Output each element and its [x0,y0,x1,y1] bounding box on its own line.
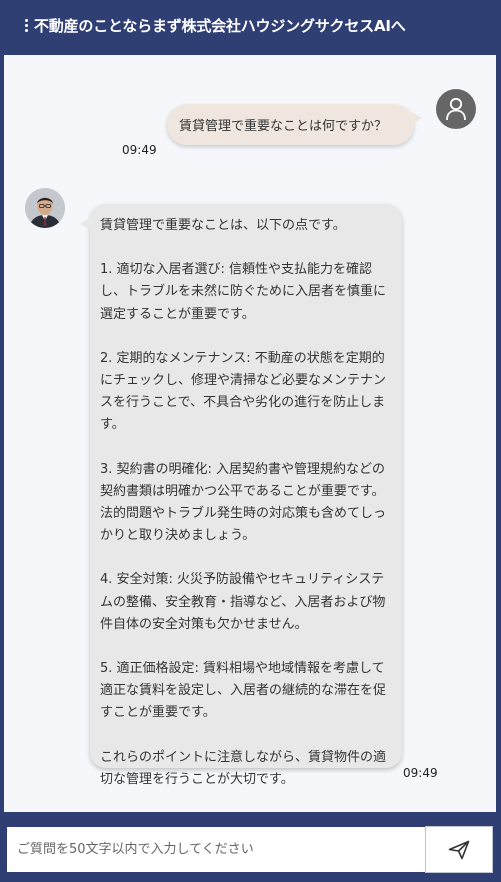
header-title: 不動産のことならまず株式会社ハウジングサクセスAIへ [34,16,406,35]
message-input-bar [0,816,501,882]
user-message-text: 賃貸管理で重要なことは何ですか？ [179,119,388,134]
bot-message-paragraph: 賃貸管理で重要なことは、以下の点です。 [100,218,346,233]
chat-area[interactable]: 賃貸管理で重要なことは何ですか？ 09:49 賃貸管理で重要なことは、以下の点で… [4,55,496,812]
user-message-time: 09:49 [122,143,157,157]
message-input[interactable] [7,827,425,872]
send-button[interactable] [425,826,493,873]
bot-message-paragraph: 1. 適切な入居者選び: 信頼性や支払能力を確認し、トラブルを未然に防ぐために入… [100,262,387,322]
send-paper-plane-icon [448,840,470,859]
bot-message-paragraph: これらのポイントに注意しながら、賃貸物件の適切な管理を行うことが大切です。 [100,749,387,787]
kebab-menu-icon[interactable] [20,18,32,32]
bot-message-time: 09:49 [403,766,438,780]
bot-message-paragraph: 3. 契約書の明確化: 入居契約書や管理規約などの契約書類は明確かつ公平であるこ… [100,461,387,544]
bot-message-paragraph: 4. 安全対策: 火災予防設備やセキュリティシステムの整備、安全教育・指導など、… [100,572,386,632]
bot-avatar [25,188,65,228]
app-header: 不動産のことならまず株式会社ハウジングサクセスAIへ [0,0,501,50]
bot-message-paragraph: 5. 適正価格設定: 賃料相場や地域情報を考慮して適正な賃料を設定し、入居者の継… [100,661,387,721]
bot-message-paragraph: 2. 定期的なメンテナンス: 不動産の状態を定期的にチェックし、修理や清掃など必… [100,350,387,433]
bot-message-bubble: 賃貸管理で重要なことは、以下の点です。 1. 適切な入居者選び: 信頼性や支払能… [80,204,402,787]
user-message-bubble: 賃貸管理で重要なことは何ですか？ [167,104,422,145]
user-avatar-icon [436,89,476,129]
